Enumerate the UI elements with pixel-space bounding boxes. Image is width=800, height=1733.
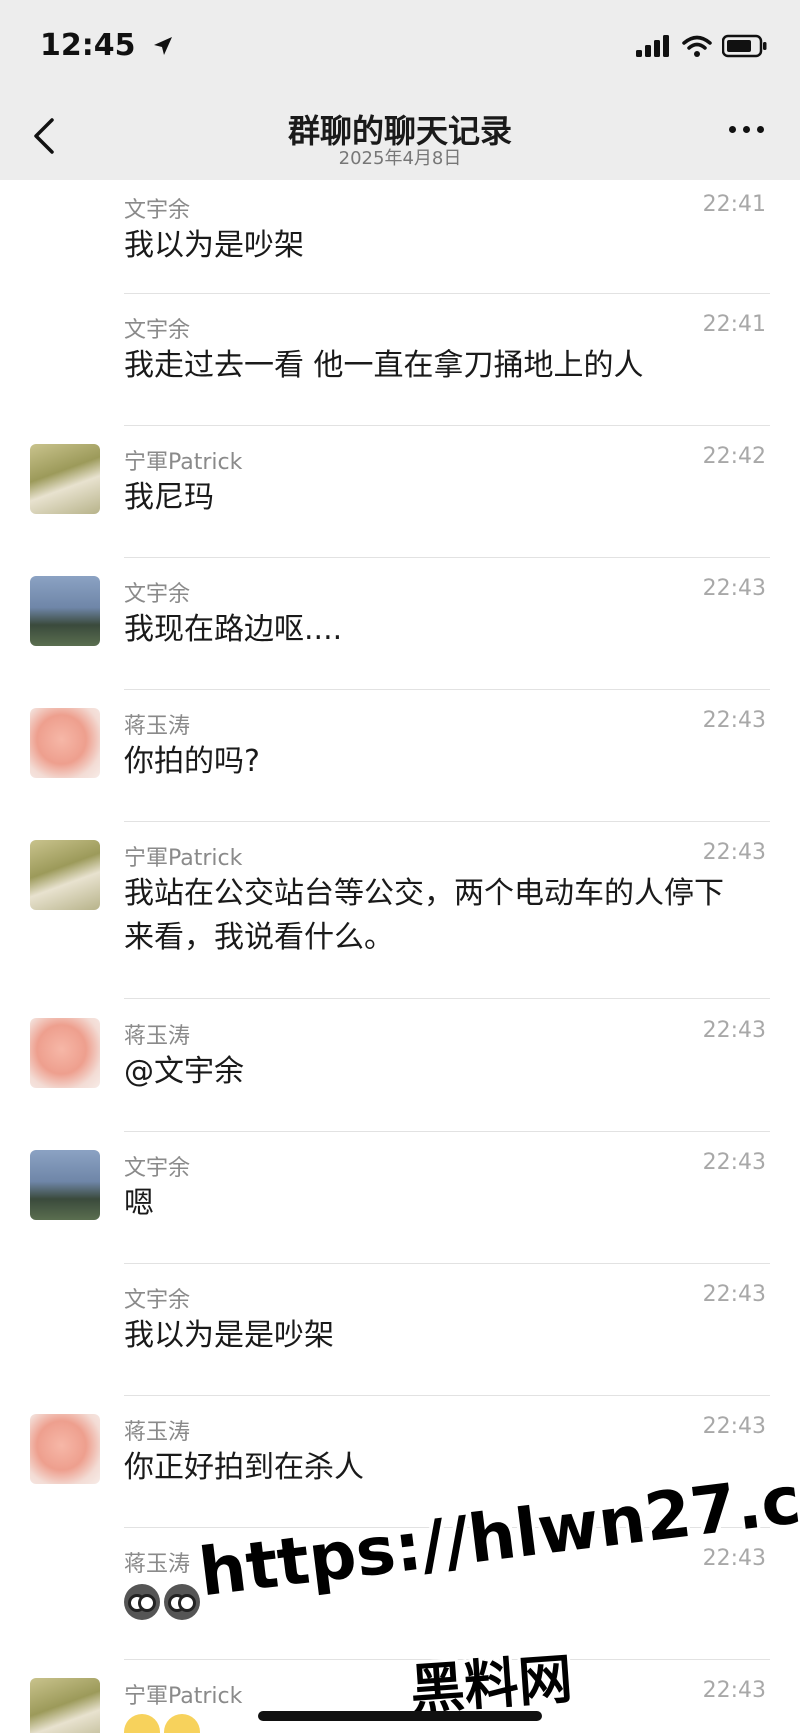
location-arrow-icon xyxy=(153,37,172,55)
sticker-row xyxy=(124,1714,200,1733)
list-item[interactable]: 文宇余 22:41 我走过去一看 他一直在拿刀捅地上的人 xyxy=(0,312,800,426)
avatar[interactable] xyxy=(30,708,100,778)
message-time: 22:43 xyxy=(702,1282,766,1307)
sender-name: 蒋玉涛 xyxy=(124,714,191,739)
more-options-icon[interactable] xyxy=(729,126,764,133)
signal-icon xyxy=(636,35,669,57)
home-indicator[interactable] xyxy=(258,1711,542,1721)
message-text: 我现在路边呕.... xyxy=(124,612,343,647)
list-item[interactable]: 宁軍Patrick 22:43 我站在公交站台等公交，两个电动车的人停下来看，我… xyxy=(0,840,800,999)
divider xyxy=(124,689,770,690)
message-time: 22:41 xyxy=(702,192,766,217)
sender-name: 文宇余 xyxy=(124,1156,191,1181)
message-time: 22:41 xyxy=(702,312,766,337)
message-time: 22:43 xyxy=(702,840,766,865)
avatar[interactable] xyxy=(30,1678,100,1733)
sender-name: 宁軍Patrick xyxy=(124,1684,243,1709)
divider xyxy=(124,998,770,999)
divider xyxy=(124,1263,770,1264)
owl-icon xyxy=(164,1584,200,1620)
avatar[interactable] xyxy=(30,1150,100,1220)
avatar[interactable] xyxy=(30,1018,100,1088)
message-text: 我尼玛 xyxy=(124,480,214,515)
list-item[interactable]: 蒋玉涛 22:43 你拍的吗? xyxy=(0,708,800,822)
sender-name: 文宇余 xyxy=(124,198,191,223)
divider xyxy=(124,425,770,426)
yellow-face-icon xyxy=(124,1714,160,1733)
status-time: 12:45 xyxy=(40,28,174,63)
owl-icon xyxy=(124,1584,160,1620)
message-text: 我站在公交站台等公交，两个电动车的人停下来看，我说看什么。 xyxy=(124,876,724,955)
message-text: 你拍的吗? xyxy=(124,744,260,779)
divider xyxy=(124,557,770,558)
message-text: 我以为是是吵架 xyxy=(124,1318,334,1353)
avatar[interactable] xyxy=(30,840,100,910)
message-time: 22:42 xyxy=(702,444,766,469)
message-time: 22:43 xyxy=(702,1678,766,1703)
message-time: 22:43 xyxy=(702,1018,766,1043)
message-text: 嗯 xyxy=(124,1186,154,1221)
divider xyxy=(124,293,770,294)
sender-name: 蒋玉涛 xyxy=(124,1552,191,1577)
message-time: 22:43 xyxy=(702,1150,766,1175)
sender-name: 文宇余 xyxy=(124,582,191,607)
message-time: 22:43 xyxy=(702,1546,766,1571)
message-time: 22:43 xyxy=(702,1414,766,1439)
list-item[interactable]: 文宇余 22:43 我现在路边呕.... xyxy=(0,576,800,690)
status-time-text: 12:45 xyxy=(40,28,136,63)
divider xyxy=(124,821,770,822)
battery-icon xyxy=(722,34,767,58)
sender-name: 文宇余 xyxy=(124,318,191,343)
message-time: 22:43 xyxy=(702,576,766,601)
message-text: 我走过去一看 他一直在拿刀捅地上的人 xyxy=(124,348,644,383)
sender-name: 宁軍Patrick xyxy=(124,846,243,871)
list-item[interactable]: 文宇余 22:43 嗯 xyxy=(0,1150,800,1264)
list-item[interactable]: 宁軍Patrick 22:42 我尼玛 xyxy=(0,444,800,558)
list-item[interactable]: 文宇余 22:41 我以为是吵架 xyxy=(0,180,800,294)
page-subtitle: 2025年4月8日 xyxy=(338,148,462,169)
avatar[interactable] xyxy=(30,1414,100,1484)
list-item[interactable]: 宁軍Patrick 22:43 xyxy=(0,1678,800,1733)
avatar[interactable] xyxy=(30,576,100,646)
sender-name: 文宇余 xyxy=(124,1288,191,1313)
list-item[interactable]: 蒋玉涛 22:43 @文宇余 xyxy=(0,1018,800,1132)
divider xyxy=(124,1395,770,1396)
wifi-icon xyxy=(682,35,712,57)
message-time: 22:43 xyxy=(702,708,766,733)
message-text: @文宇余 xyxy=(124,1054,244,1089)
avatar[interactable] xyxy=(30,444,100,514)
sender-name: 蒋玉涛 xyxy=(124,1420,191,1445)
list-item[interactable]: 文宇余 22:43 我以为是是吵架 xyxy=(0,1282,800,1396)
top-bar: 12:45 群聊的聊天记录 2025年4月8日 xyxy=(0,0,800,180)
sender-name: 蒋玉涛 xyxy=(124,1024,191,1049)
divider xyxy=(124,1131,770,1132)
message-text: 我以为是吵架 xyxy=(124,228,304,263)
status-icons xyxy=(636,34,768,58)
yellow-face-icon xyxy=(164,1714,200,1733)
sticker-row xyxy=(124,1584,200,1620)
sender-name: 宁軍Patrick xyxy=(124,450,243,475)
